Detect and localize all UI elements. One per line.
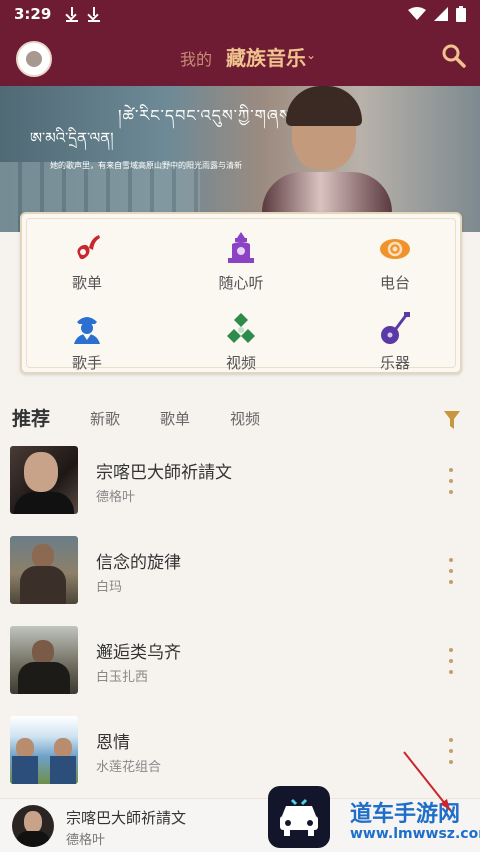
song-title: 信念的旋律 bbox=[96, 553, 181, 573]
song-artist: 水莲花组合 bbox=[96, 760, 162, 775]
tab-new-songs[interactable]: 新歌 bbox=[90, 404, 120, 434]
more-options-icon[interactable] bbox=[446, 648, 456, 674]
song-title: 恩情 bbox=[96, 733, 130, 753]
user-avatar-button[interactable] bbox=[16, 41, 52, 77]
more-options-icon[interactable] bbox=[446, 558, 456, 584]
tab-playlists[interactable]: 歌单 bbox=[160, 404, 190, 434]
list-item[interactable]: 邂逅类乌齐 白玉扎西 bbox=[0, 626, 480, 696]
song-cover bbox=[10, 446, 78, 514]
list-item[interactable]: 信念的旋律 白玛 bbox=[0, 536, 480, 606]
tab-videos[interactable]: 视频 bbox=[230, 404, 260, 434]
tab-tibetan-music[interactable]: 藏族音乐 bbox=[226, 42, 306, 71]
category-random-listen[interactable]: 随心听 bbox=[186, 230, 296, 300]
song-title: 邂逅类乌齐 bbox=[96, 643, 181, 663]
cloud-icon bbox=[380, 239, 410, 259]
banner-singer-image bbox=[262, 86, 392, 232]
knot-icon bbox=[227, 313, 255, 343]
app-header: 我的 藏族音乐 ⌄ bbox=[0, 28, 480, 86]
category-radio[interactable]: 电台 bbox=[340, 230, 450, 300]
watermark-url: www.lmwwsz.com bbox=[350, 826, 480, 842]
battery-icon bbox=[456, 6, 466, 22]
watermark-logo bbox=[268, 786, 330, 848]
download-icon bbox=[65, 6, 79, 22]
category-grid: 歌单 随心听 电台 歌手 视频 乐器 bbox=[20, 212, 462, 374]
category-playlist[interactable]: 歌单 bbox=[32, 230, 142, 300]
banner-caption: 她的歌声里，有来自雪域高原山野中的阳光雨露与清新 bbox=[50, 161, 242, 170]
song-cover bbox=[10, 716, 78, 784]
singer-icon bbox=[74, 317, 100, 344]
status-bar: 3:29 bbox=[0, 0, 480, 28]
song-artist: 白玉扎西 bbox=[96, 670, 149, 685]
content-tabs: 推荐 新歌 歌单 视频 bbox=[0, 404, 480, 436]
song-artist: 德格叶 bbox=[96, 490, 136, 505]
wifi-icon bbox=[408, 7, 426, 20]
download-icon bbox=[87, 6, 101, 22]
list-item[interactable]: 宗喀巴大師祈請文 德格叶 bbox=[0, 446, 480, 516]
music-note-icon bbox=[77, 235, 100, 260]
player-cover bbox=[12, 805, 54, 847]
lute-icon bbox=[381, 312, 410, 344]
arrow-icon bbox=[403, 751, 451, 811]
signal-icon bbox=[434, 7, 448, 21]
filter-icon[interactable] bbox=[444, 410, 460, 430]
player-song-title: 宗喀巴大師祈請文 bbox=[66, 809, 187, 827]
category-video[interactable]: 视频 bbox=[186, 310, 296, 380]
player-artist: 德格叶 bbox=[66, 833, 106, 848]
search-icon[interactable] bbox=[440, 42, 468, 70]
tab-mine[interactable]: 我的 bbox=[180, 46, 212, 70]
more-options-icon[interactable] bbox=[446, 468, 456, 494]
song-cover bbox=[10, 536, 78, 604]
song-title: 宗喀巴大師祈請文 bbox=[96, 463, 232, 483]
category-singer[interactable]: 歌手 bbox=[32, 310, 142, 380]
banner-tibetan-text-2: ཨ་མའི་དྲིན་ལན། bbox=[30, 129, 114, 147]
stupa-icon bbox=[228, 232, 254, 263]
promo-banner[interactable]: །ཚེ་རིང་དབང་འདུས་ཀྱི་གཞས། ཨ་མའི་དྲིན་ལན།… bbox=[0, 86, 480, 232]
status-time: 3:29 bbox=[14, 5, 52, 23]
song-artist: 白玛 bbox=[96, 580, 123, 595]
category-instrument[interactable]: 乐器 bbox=[340, 310, 450, 380]
song-cover bbox=[10, 626, 78, 694]
chevron-down-icon[interactable]: ⌄ bbox=[306, 48, 316, 62]
tab-recommend[interactable]: 推荐 bbox=[12, 404, 50, 434]
